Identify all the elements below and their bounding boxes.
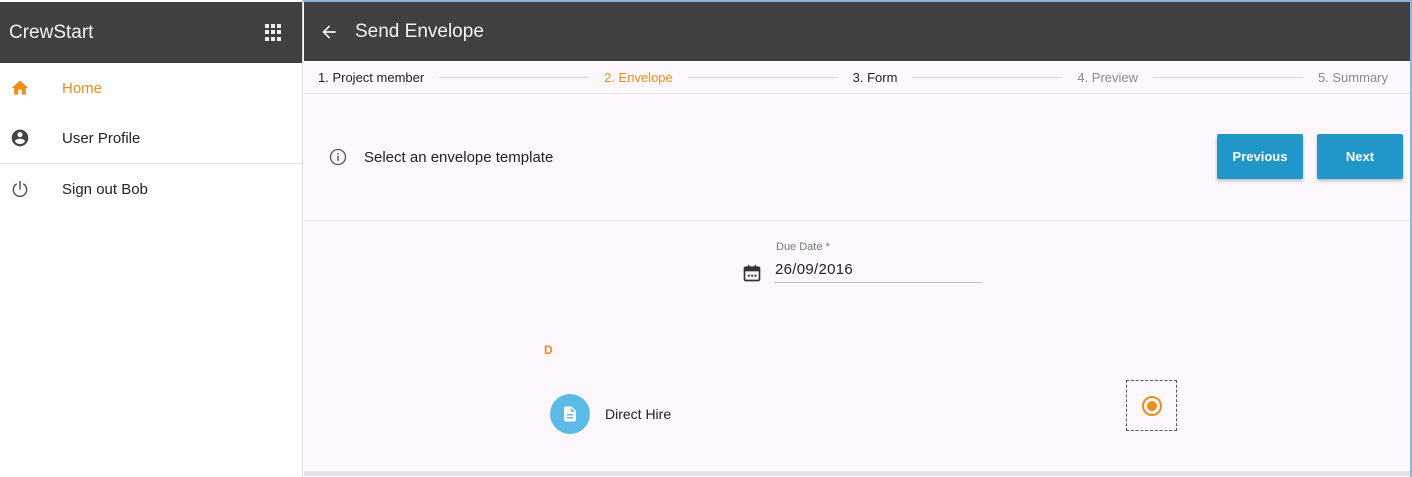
page-title: Send Envelope <box>355 20 484 42</box>
sidebar-header: CrewStart <box>0 2 302 63</box>
action-bar: Select an envelope template Previous Nex… <box>304 94 1410 221</box>
due-date-underline <box>774 282 982 283</box>
main-content: Send Envelope 1. Project member 2. Envel… <box>304 2 1410 477</box>
step-project-member[interactable]: 1. Project member <box>318 70 424 85</box>
due-date-field[interactable]: 26/09/2016 <box>775 261 853 278</box>
brand-title: CrewStart <box>9 21 94 43</box>
step-form[interactable]: 3. Form <box>853 70 898 85</box>
step-connector <box>912 76 1063 78</box>
radio-selected-icon <box>1141 395 1162 416</box>
step-connector <box>1153 76 1303 78</box>
account-circle-icon <box>10 128 30 148</box>
arrow-back-icon[interactable] <box>319 21 341 43</box>
template-select-radio[interactable] <box>1126 380 1177 431</box>
sidebar-item-sign-out[interactable]: Sign out Bob <box>0 164 302 214</box>
template-avatar <box>550 394 590 434</box>
home-icon <box>10 78 30 98</box>
envelope-form: Due Date * 26/09/2016 D Direct Hire <box>304 221 1410 476</box>
step-summary: 5. Summary <box>1317 69 1389 85</box>
sidebar-item-user-profile[interactable]: User Profile <box>0 113 302 163</box>
divider <box>304 471 1410 476</box>
template-name: Direct Hire <box>605 406 672 422</box>
calendar-icon[interactable] <box>742 263 762 283</box>
document-icon <box>564 406 576 422</box>
sidebar-item-label: Home <box>62 79 103 97</box>
step-connector <box>439 76 590 78</box>
template-group-header: D <box>544 343 553 357</box>
stepper: 1. Project member 2. Envelope 3. Form 4.… <box>304 61 1410 94</box>
previous-button[interactable]: Previous <box>1217 134 1303 179</box>
info-icon <box>329 148 347 166</box>
next-button[interactable]: Next <box>1317 134 1403 179</box>
step-connector <box>687 76 838 78</box>
sidebar-item-label: Sign out Bob <box>62 180 148 198</box>
due-date-label: Due Date * <box>776 241 830 253</box>
apps-grid-icon[interactable] <box>265 24 282 41</box>
step-preview: 4. Preview <box>1077 69 1139 85</box>
sidebar-item-label: User Profile <box>62 129 141 147</box>
power-icon <box>10 179 30 199</box>
step-envelope[interactable]: 2. Envelope <box>604 70 673 85</box>
sidebar: CrewStart Home User Profile Sign out Bob <box>0 0 303 477</box>
app-bar: Send Envelope <box>304 2 1410 61</box>
sidebar-item-home[interactable]: Home <box>0 63 302 113</box>
instruction-text: Select an envelope template <box>364 148 554 166</box>
